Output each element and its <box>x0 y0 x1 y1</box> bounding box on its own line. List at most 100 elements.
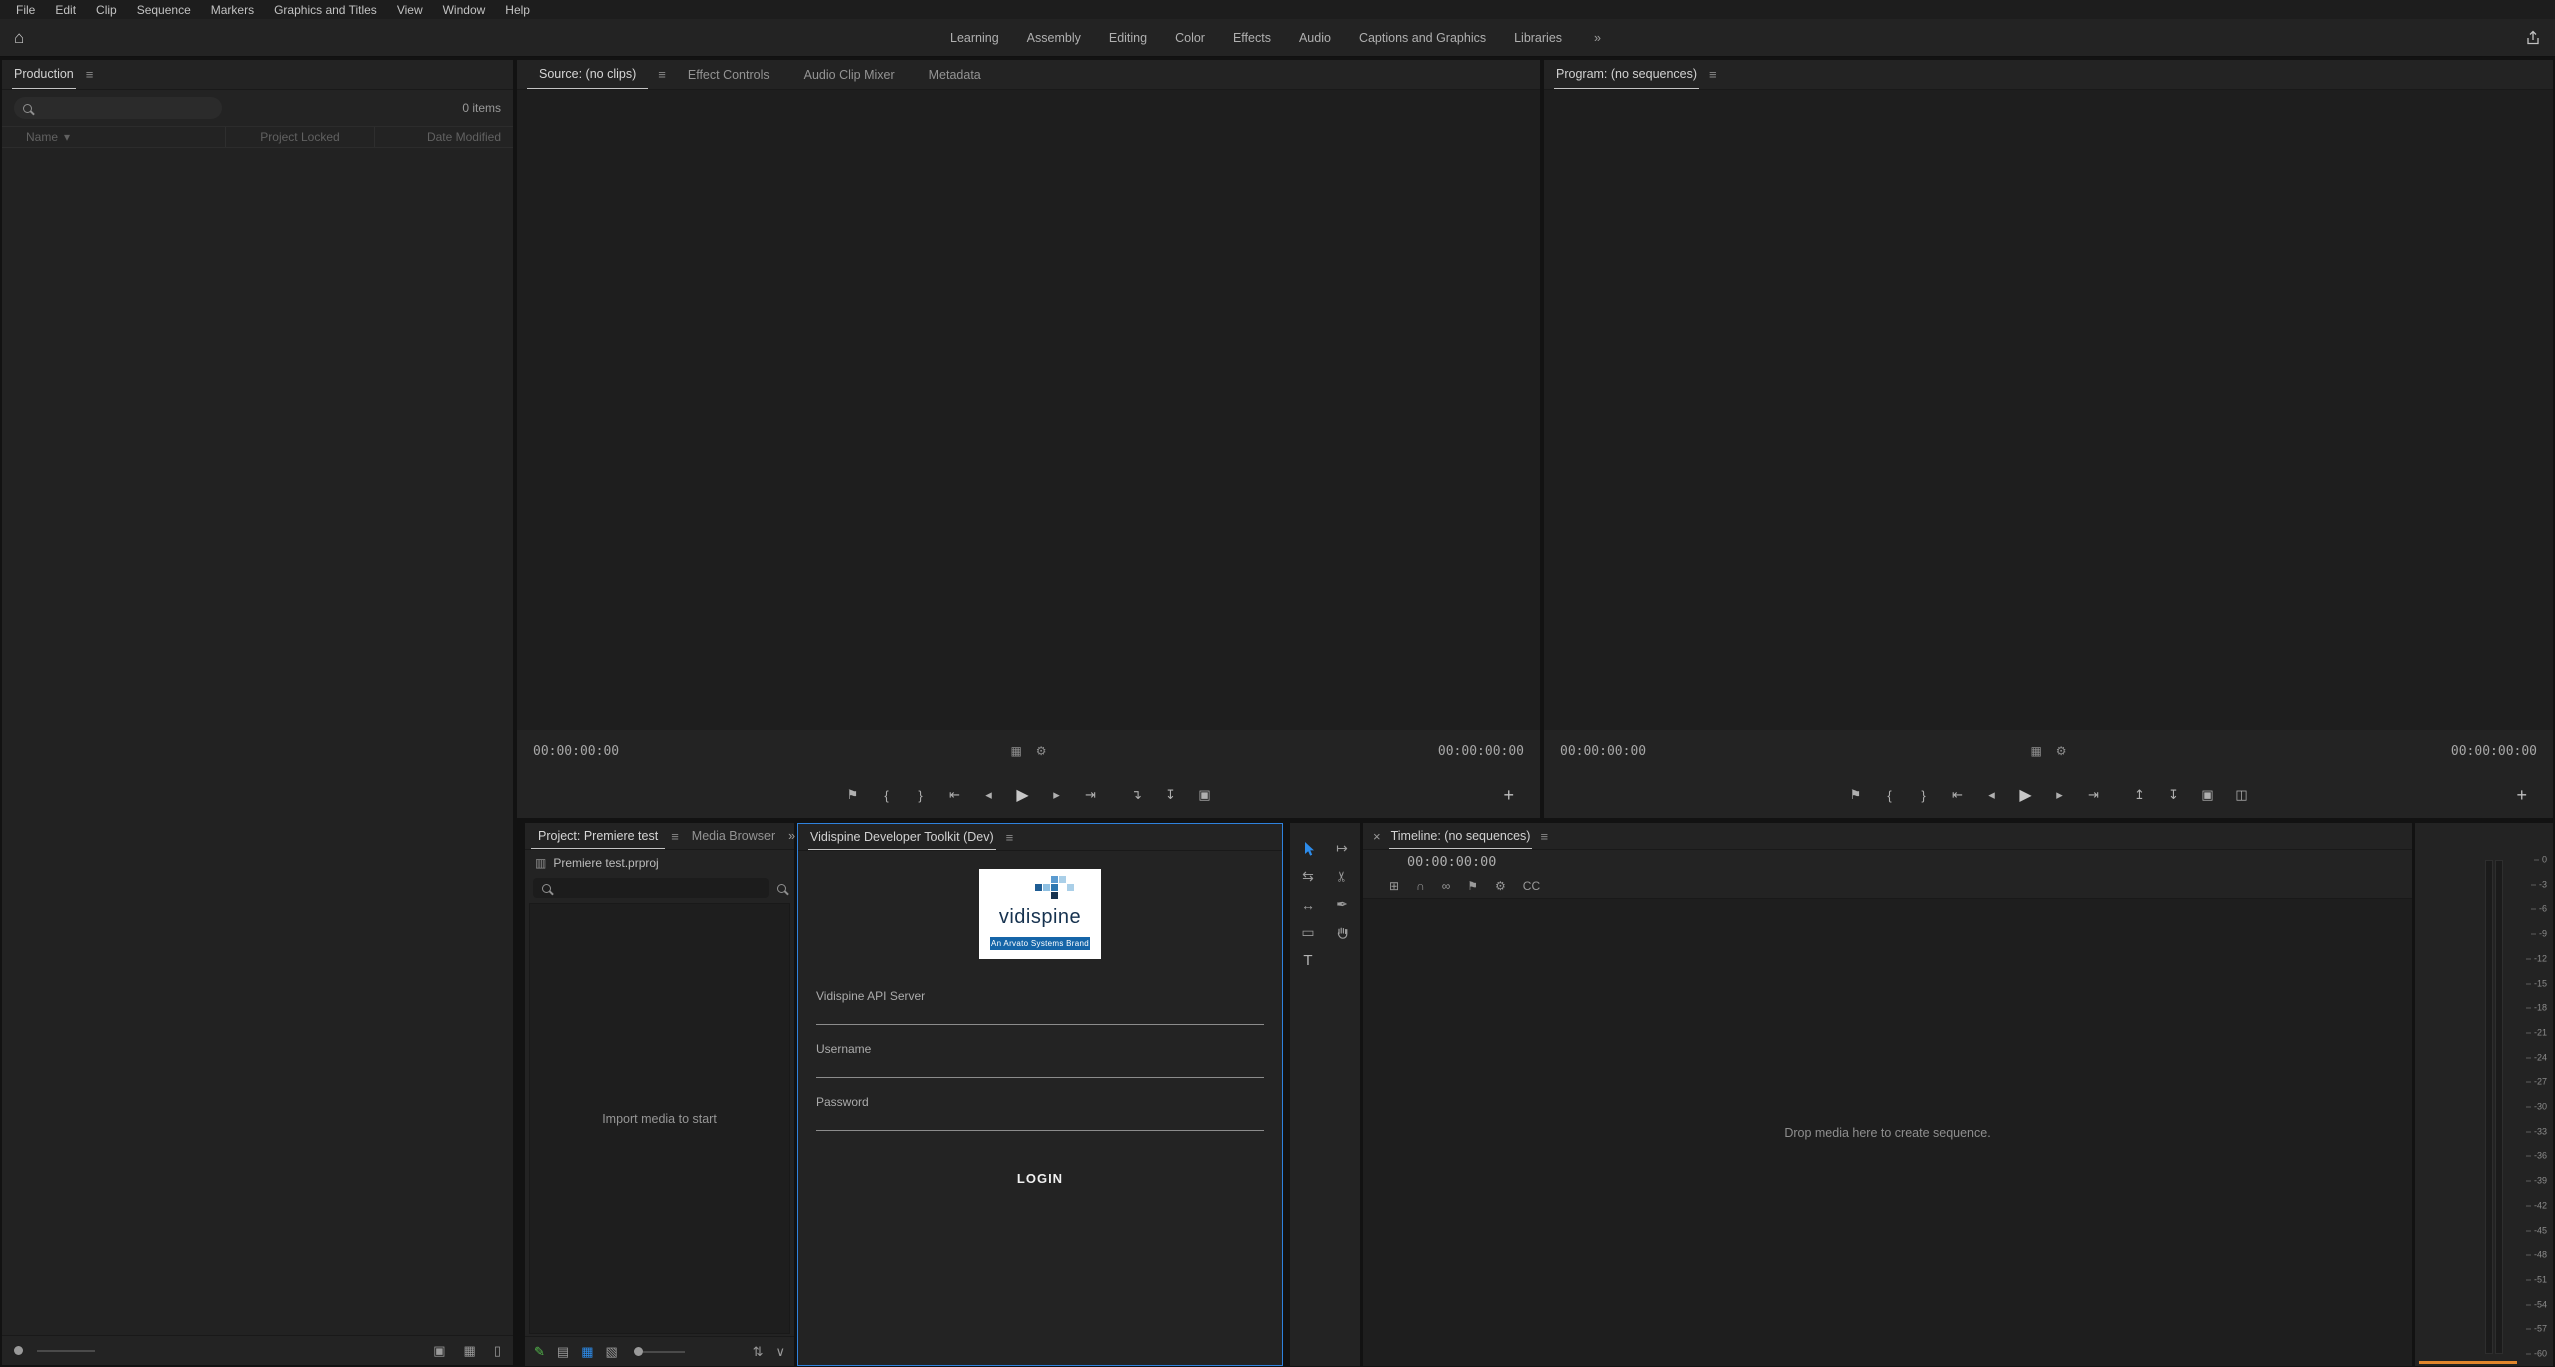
ripple-edit-tool[interactable]: ⇆ <box>1295 863 1321 890</box>
tab-media-browser[interactable]: Media Browser <box>685 823 782 849</box>
captions-button[interactable]: CC <box>1523 879 1540 893</box>
program-current-timecode[interactable]: 00:00:00:00 <box>1560 744 1646 759</box>
timeline-timecode[interactable]: 00:00:00:00 <box>1407 854 1496 870</box>
menu-view[interactable]: View <box>387 3 433 17</box>
menu-clip[interactable]: Clip <box>86 3 127 17</box>
panel-menu-icon[interactable]: ≡ <box>1709 67 1717 82</box>
extract-button[interactable]: ↧ <box>2164 787 2184 803</box>
api-server-field[interactable] <box>816 1005 1264 1025</box>
add-button[interactable]: + <box>2516 785 2527 806</box>
icon-view-button[interactable]: ▦ <box>581 1344 593 1360</box>
menu-file[interactable]: File <box>6 3 45 17</box>
go-to-out-button[interactable]: ⇥ <box>1081 787 1101 803</box>
panel-menu-icon[interactable]: ≡ <box>86 67 94 82</box>
project-search-input[interactable] <box>558 881 760 895</box>
project-file-row[interactable]: ▥ Premiere test.prproj <box>525 850 794 875</box>
tab-effect-controls[interactable]: Effect Controls <box>676 60 782 89</box>
go-to-in-button[interactable]: ⇤ <box>1948 787 1968 803</box>
play-button[interactable]: ▶ <box>2016 785 2036 805</box>
display-settings-icon[interactable]: ▦ <box>2030 744 2041 758</box>
password-field[interactable] <box>816 1111 1264 1131</box>
source-current-timecode[interactable]: 00:00:00:00 <box>533 744 619 759</box>
timeline-settings-button[interactable]: ⚙ <box>1495 879 1506 893</box>
mark-out-button[interactable]: } <box>911 788 931 803</box>
thumbnail-zoom-slider[interactable] <box>634 1347 685 1356</box>
export-frame-button[interactable]: ▣ <box>2198 787 2218 803</box>
project-writable-icon[interactable]: ✎ <box>534 1344 545 1360</box>
column-project-locked[interactable]: Project Locked <box>225 127 375 147</box>
sort-icons-button[interactable]: ⇅ <box>753 1344 764 1360</box>
settings-wrench-icon[interactable]: ⚙ <box>2056 744 2067 758</box>
add-marker-button[interactable]: ⚑ <box>1846 787 1866 803</box>
zoom-slider-knob[interactable] <box>14 1346 23 1355</box>
tab-source-no-clips[interactable]: Source: (no clips) <box>527 60 648 89</box>
step-back-button[interactable]: ◂ <box>1982 787 2002 803</box>
mark-in-button[interactable]: { <box>877 788 897 803</box>
razor-tool[interactable]: ✂ <box>1329 863 1355 890</box>
menu-edit[interactable]: Edit <box>45 3 86 17</box>
find-icon[interactable] <box>777 884 786 893</box>
project-empty-text[interactable]: Import media to start <box>602 1112 717 1126</box>
production-search-input[interactable] <box>39 101 213 115</box>
home-icon[interactable]: ⌂ <box>14 28 24 48</box>
tab-audio-clip-mixer[interactable]: Audio Clip Mixer <box>792 60 907 89</box>
panel-menu-icon[interactable]: ≡ <box>1006 830 1014 845</box>
new-bin-button[interactable]: ▣ <box>433 1343 445 1359</box>
timeline-panel-title[interactable]: Timeline: (no sequences) <box>1389 823 1533 849</box>
comparison-view-button[interactable]: ◫ <box>2232 787 2252 803</box>
snap-toggle-button[interactable]: ∩ <box>1416 879 1425 893</box>
menu-sequence[interactable]: Sequence <box>127 3 201 17</box>
lift-button[interactable]: ↥ <box>2130 787 2150 803</box>
column-name[interactable]: Name ▾ <box>2 130 225 144</box>
new-item-button[interactable]: ▦ <box>464 1343 476 1359</box>
hand-tool[interactable] <box>1329 919 1355 946</box>
vidispine-panel-title[interactable]: Vidispine Developer Toolkit (Dev) <box>808 824 996 850</box>
play-button[interactable]: ▶ <box>1013 785 1033 805</box>
panel-menu-icon[interactable]: ≡ <box>1540 829 1548 844</box>
project-media-area[interactable]: Import media to start <box>529 903 790 1334</box>
quick-export-icon[interactable] <box>2525 30 2541 46</box>
step-forward-button[interactable]: ▸ <box>1047 787 1067 803</box>
selection-tool[interactable] <box>1295 835 1321 862</box>
pen-tool[interactable]: ✒ <box>1329 891 1355 918</box>
workspace-tab-libraries[interactable]: Libraries <box>1500 31 1576 45</box>
column-date-modified[interactable]: Date Modified <box>375 130 513 144</box>
new-item-menu-button[interactable]: ∨ <box>775 1344 785 1360</box>
menu-help[interactable]: Help <box>495 3 540 17</box>
linked-selection-button[interactable]: ∞ <box>1442 879 1451 893</box>
menu-markers[interactable]: Markers <box>201 3 264 17</box>
add-marker-button[interactable]: ⚑ <box>843 787 863 803</box>
insert-button[interactable]: ↴ <box>1127 787 1147 803</box>
rectangle-tool[interactable]: ▭ <box>1295 919 1321 946</box>
mark-out-button[interactable]: } <box>1914 788 1934 803</box>
panel-menu-icon[interactable]: ≡ <box>671 829 679 844</box>
workspace-tab-color[interactable]: Color <box>1161 31 1219 45</box>
mark-in-button[interactable]: { <box>1880 788 1900 803</box>
list-view-button[interactable]: ▤ <box>557 1344 569 1360</box>
freeform-view-button[interactable]: ▧ <box>606 1344 618 1360</box>
workspace-tab-captions-and-graphics[interactable]: Captions and Graphics <box>1345 31 1500 45</box>
display-settings-icon[interactable]: ▦ <box>1010 744 1021 758</box>
close-panel-icon[interactable]: × <box>1373 829 1381 844</box>
workspace-tab-editing[interactable]: Editing <box>1095 31 1161 45</box>
add-marker-button[interactable]: ⚑ <box>1467 879 1478 893</box>
type-tool[interactable]: T <box>1295 947 1321 974</box>
slip-tool[interactable]: ↔ <box>1295 891 1321 918</box>
nest-toggle-button[interactable]: ⊞ <box>1389 879 1399 893</box>
step-back-button[interactable]: ◂ <box>979 787 999 803</box>
zoom-slider-track[interactable] <box>37 1350 95 1352</box>
tab-overflow-chevron[interactable]: » <box>788 829 797 843</box>
overwrite-button[interactable]: ↧ <box>1161 787 1181 803</box>
settings-wrench-icon[interactable]: ⚙ <box>1036 744 1047 758</box>
clear-button[interactable]: ▯ <box>494 1343 501 1359</box>
program-panel-title[interactable]: Program: (no sequences) <box>1554 60 1699 89</box>
go-to-out-button[interactable]: ⇥ <box>2084 787 2104 803</box>
panel-menu-icon[interactable]: ≡ <box>658 67 666 82</box>
workspace-tab-audio[interactable]: Audio <box>1285 31 1345 45</box>
export-frame-button[interactable]: ▣ <box>1195 787 1215 803</box>
track-select-forward-tool[interactable]: ↦ <box>1329 835 1355 862</box>
workspace-tab-assembly[interactable]: Assembly <box>1013 31 1095 45</box>
tab-metadata[interactable]: Metadata <box>917 60 993 89</box>
timeline-drop-area[interactable]: Drop media here to create sequence. <box>1363 898 2412 1366</box>
add-button[interactable]: + <box>1503 785 1514 806</box>
